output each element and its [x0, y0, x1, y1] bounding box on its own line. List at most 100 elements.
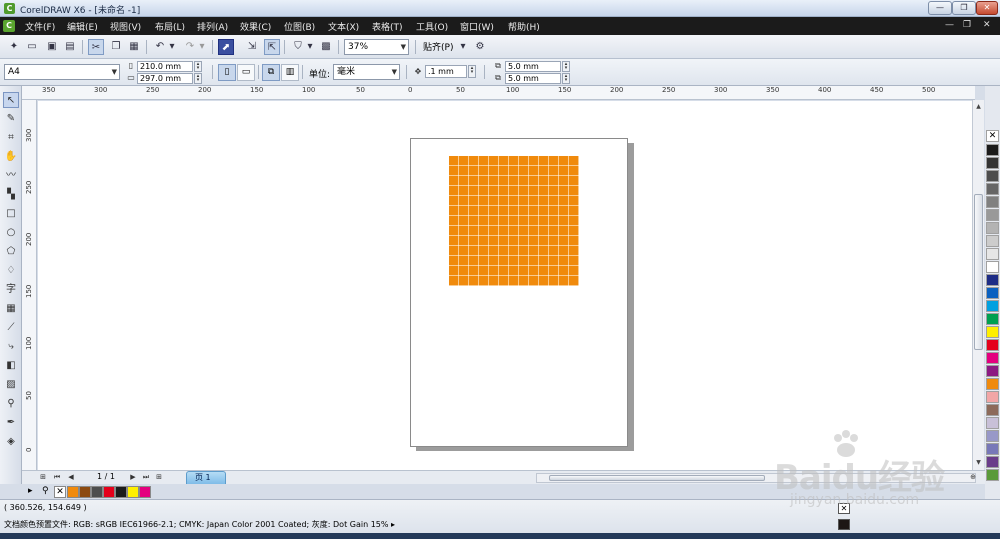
open-icon[interactable]: ▭	[24, 39, 40, 55]
zoom-level-select[interactable]: 37% ▼	[344, 39, 409, 55]
add-page-icon[interactable]: ⊞	[38, 472, 48, 483]
crop-tool-icon[interactable]: ⌗	[3, 130, 19, 146]
palette-swatch[interactable]	[986, 235, 999, 247]
vertical-scrollbar[interactable]: ▲ ▼	[972, 100, 984, 470]
document-palette-swatch[interactable]	[67, 486, 79, 498]
palette-swatch[interactable]	[986, 391, 999, 403]
nudge-distance-field[interactable]: .1 mm	[425, 65, 467, 78]
zoom-navigator-icon[interactable]: ⊕	[968, 472, 978, 483]
transparency-tool-icon[interactable]: ▨	[3, 377, 19, 393]
snap-to-button[interactable]: 贴齐(P)	[423, 40, 453, 53]
document-palette-swatch[interactable]	[115, 486, 127, 498]
basic-shapes-icon[interactable]: ♢	[3, 263, 19, 279]
smart-fill-icon[interactable]: ▚	[3, 187, 19, 203]
shape-tool-icon[interactable]: ✎	[3, 111, 19, 127]
first-page-icon[interactable]: ⏮	[52, 472, 62, 483]
horizontal-scrollbar[interactable]	[536, 473, 976, 483]
horizontal-ruler[interactable]: 350 300 250 200 150 100 50 0 50 100 150 …	[22, 86, 975, 100]
palette-swatch[interactable]	[986, 352, 999, 364]
palette-swatch[interactable]	[986, 430, 999, 442]
vertical-ruler[interactable]: 300 250 200 150 100 50 0	[22, 100, 37, 470]
palette-swatch[interactable]	[986, 469, 999, 481]
last-page-icon[interactable]: ⏭	[141, 472, 151, 483]
doc-minimize-button[interactable]: —	[945, 20, 954, 30]
pick-tool-icon[interactable]: ↖	[3, 92, 19, 108]
palette-swatch[interactable]	[986, 456, 999, 468]
duplicate-y-field[interactable]: 5.0 mm	[505, 73, 561, 84]
palette-swatch[interactable]	[986, 157, 999, 169]
dup-y-spinner[interactable]: ▴ ▾	[562, 73, 570, 84]
publish-pdf-icon[interactable]: ⛉	[290, 39, 306, 55]
palette-swatch[interactable]	[986, 378, 999, 390]
import-icon[interactable]: ⇲	[244, 39, 260, 55]
doc-close-button[interactable]: ✕	[983, 20, 991, 30]
minimize-button[interactable]: —	[928, 1, 952, 15]
document-icon[interactable]: C	[3, 20, 15, 32]
all-pages-button[interactable]: ⧉	[262, 64, 280, 81]
palette-swatch[interactable]	[986, 287, 999, 299]
nudge-spinner[interactable]: ▴ ▾	[468, 65, 476, 78]
menu-table[interactable]: 表格(T)	[372, 20, 403, 33]
paper-type-select[interactable]: A4 ▼	[4, 64, 120, 80]
paste-icon[interactable]: ▦	[126, 39, 142, 55]
app-launcher-icon[interactable]: ▩	[318, 39, 334, 55]
menu-edit[interactable]: 编辑(E)	[67, 20, 98, 33]
drawing-canvas[interactable]	[38, 101, 972, 470]
text-tool-icon[interactable]: 字	[3, 282, 19, 298]
palette-swatch[interactable]	[986, 196, 999, 208]
palette-swatch[interactable]	[986, 313, 999, 325]
close-button[interactable]: ✕	[976, 1, 998, 15]
palette-swatch[interactable]	[986, 183, 999, 195]
eyedropper-icon[interactable]: ⚲	[42, 486, 54, 498]
table-tool-icon[interactable]: ▦	[3, 301, 19, 317]
undo-icon[interactable]: ↶	[152, 39, 168, 55]
palette-swatch[interactable]	[986, 209, 999, 221]
dup-x-spinner[interactable]: ▴ ▾	[562, 61, 570, 72]
copy-icon[interactable]: ❐	[108, 39, 124, 55]
maximize-button[interactable]: ❐	[952, 1, 976, 15]
palette-swatch[interactable]	[986, 261, 999, 273]
palette-swatch[interactable]	[986, 300, 999, 312]
menu-layout[interactable]: 布局(L)	[155, 20, 185, 33]
cut-icon[interactable]: ✂	[88, 39, 104, 55]
menu-arrange[interactable]: 排列(A)	[197, 20, 228, 33]
export-icon[interactable]: ⇱	[264, 39, 280, 55]
blend-tool-icon[interactable]: ◧	[3, 358, 19, 374]
document-palette-swatch[interactable]	[127, 486, 139, 498]
new-icon[interactable]: ✦	[6, 39, 22, 55]
snap-dropdown-icon[interactable]: ▾	[458, 39, 468, 55]
page-tab-1[interactable]: 页 1	[186, 471, 226, 484]
next-page-icon[interactable]: ▶	[128, 472, 138, 483]
outline-pen-icon[interactable]: ✒	[3, 415, 19, 431]
palette-menu-icon[interactable]: ▸	[28, 486, 40, 498]
portrait-button[interactable]: ▯	[218, 64, 236, 81]
fill-color-indicator[interactable]	[838, 519, 850, 530]
freehand-tool-icon[interactable]: 〰	[3, 168, 19, 184]
menu-window[interactable]: 窗口(W)	[460, 20, 494, 33]
document-palette-swatch[interactable]	[103, 486, 115, 498]
menu-text[interactable]: 文本(X)	[328, 20, 359, 33]
units-select[interactable]: 毫米 ▼	[333, 64, 400, 80]
palette-swatch[interactable]	[986, 443, 999, 455]
no-color-swatch[interactable]: ✕	[986, 130, 999, 142]
menu-bitmaps[interactable]: 位图(B)	[284, 20, 315, 33]
search-content-icon[interactable]: ⬈	[218, 39, 234, 55]
palette-swatch[interactable]	[986, 144, 999, 156]
menu-view[interactable]: 视图(V)	[110, 20, 141, 33]
dimension-tool-icon[interactable]: ⟋	[3, 320, 19, 336]
document-palette-swatch[interactable]	[79, 486, 91, 498]
eyedropper-tool-icon[interactable]: ⚲	[3, 396, 19, 412]
publish-dropdown-icon[interactable]: ▾	[306, 39, 314, 55]
palette-swatch[interactable]	[986, 170, 999, 182]
palette-swatch[interactable]	[986, 222, 999, 234]
page-width-field[interactable]: 210.0 mm	[137, 61, 193, 72]
rectangle-tool-icon[interactable]: □	[3, 206, 19, 222]
menu-effects[interactable]: 效果(C)	[240, 20, 271, 33]
connector-tool-icon[interactable]: ⤷	[3, 339, 19, 355]
outline-none-indicator[interactable]: ✕	[838, 503, 850, 514]
palette-swatch[interactable]	[986, 274, 999, 286]
menu-tools[interactable]: 工具(O)	[416, 20, 448, 33]
pan-tool-icon[interactable]: ✋	[3, 149, 19, 165]
document-palette-swatch[interactable]	[91, 486, 103, 498]
print-icon[interactable]: ▤	[62, 39, 78, 55]
